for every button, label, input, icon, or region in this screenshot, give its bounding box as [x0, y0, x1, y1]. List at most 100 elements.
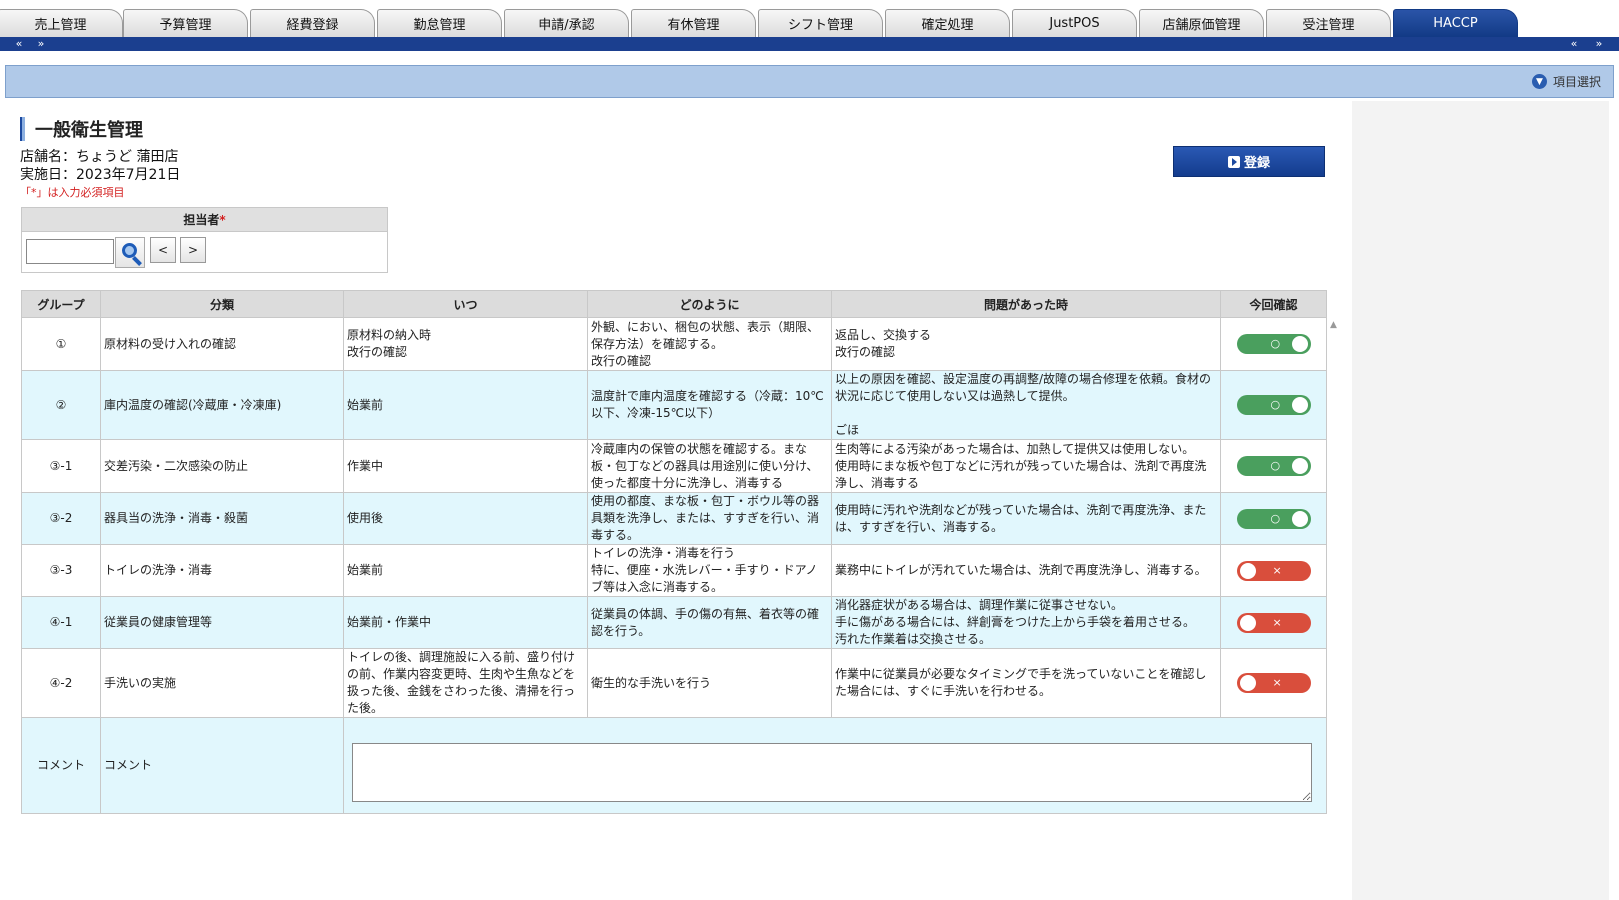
- confirm-toggle[interactable]: ×: [1236, 612, 1311, 633]
- cell-how: 冷蔵庫内の保管の状態を確認する。まな板・包丁などの器具は用途別に使い分け、使った…: [587, 439, 832, 493]
- confirm-toggle[interactable]: ○: [1236, 508, 1311, 529]
- tab-paid-leave[interactable]: 有休管理: [631, 9, 756, 37]
- cell-group: ④-2: [21, 648, 101, 718]
- item-select-bar: ▼ 項目選択: [5, 65, 1614, 98]
- confirm-toggle[interactable]: ○: [1236, 395, 1311, 415]
- tab-haccp[interactable]: HACCP: [1393, 9, 1518, 37]
- cell-how: 使用の都度、まな板・包丁・ボウル等の器具類を洗浄し、または、すすぎを行い、消毒す…: [587, 492, 832, 545]
- comment-row: コメント コメント: [21, 717, 1327, 814]
- toggle-knob: [1291, 397, 1308, 413]
- cell-category: 交差汚染・二次感染の防止: [100, 439, 344, 493]
- cell-check: ○: [1220, 492, 1327, 545]
- cell-check: ×: [1220, 596, 1327, 649]
- cell-how: 外観、におい、梱包の状態、表示（期限、保存方法）を確認する。 改行の確認: [587, 317, 832, 371]
- search-icon-handle: [132, 256, 142, 266]
- toggle-mark: ×: [1272, 615, 1282, 629]
- tab-store-cost[interactable]: 店舗原価管理: [1139, 9, 1264, 37]
- toggle-mark: ○: [1270, 511, 1281, 525]
- page-title: 一般衛生管理: [20, 116, 143, 142]
- table-row: ① 原材料の受け入れの確認 原材料の納入時 改行の確認 外観、におい、梱包の状態…: [21, 317, 1327, 371]
- scroll-left-icon-right[interactable]: «: [1567, 37, 1581, 51]
- toggle-knob: [1291, 510, 1308, 527]
- cell-check: ○: [1220, 439, 1327, 493]
- cell-category: 従業員の健康管理等: [100, 596, 344, 649]
- search-button[interactable]: [115, 237, 145, 268]
- cell-when: 作業中: [343, 439, 588, 493]
- cell-category: 手洗いの実施: [100, 648, 344, 718]
- tab-expense[interactable]: 経費登録: [250, 9, 375, 37]
- toggle-mark: ×: [1272, 676, 1282, 689]
- toggle-mark: ×: [1272, 563, 1282, 577]
- cell-how: トイレの洗浄・消毒を行う 特に、便座・水洗レバー・手すり・ドアノブ等は入念に消毒…: [587, 544, 832, 597]
- cell-problem: 使用時に汚れや洗剤などが残っていた場合は、洗剤で再度洗浄、または、すすぎを行い、…: [831, 492, 1221, 545]
- comment-input[interactable]: [352, 743, 1312, 802]
- required-note: 「*」は入力必須項目: [20, 186, 125, 199]
- tab-attendance[interactable]: 勤怠管理: [377, 9, 502, 37]
- scroll-right-icon[interactable]: »: [34, 37, 48, 51]
- toggle-knob: [1239, 614, 1256, 631]
- register-button[interactable]: 登録: [1173, 146, 1325, 177]
- scroll-left-icon[interactable]: «: [12, 37, 26, 51]
- cell-how: 衛生的な手洗いを行う: [587, 648, 832, 718]
- comment-cell: [343, 717, 1327, 814]
- cell-problem: 消化器症状がある場合は、調理作業に従事させない。 手に傷がある場合には、絆創膏を…: [831, 596, 1221, 649]
- toggle-mark: ○: [1270, 398, 1281, 411]
- next-assignee-button[interactable]: >: [180, 237, 206, 263]
- cell-when: トイレの後、調理施設に入る前、盛り付けの前、作業内容変更時、生肉や生魚などを扱っ…: [343, 648, 588, 718]
- cell-how: 従業員の体調、手の傷の有無、着衣等の確認を行う。: [587, 596, 832, 649]
- cell-problem: 返品し、交換する 改行の確認: [831, 317, 1221, 371]
- tab-shift[interactable]: シフト管理: [758, 9, 883, 37]
- comment-category: コメント: [100, 717, 344, 814]
- cell-problem: 以上の原因を確認、設定温度の再調整/故障の場合修理を依頼。食材の状況に応じて使用…: [831, 370, 1221, 440]
- scroll-right-icon-right[interactable]: »: [1592, 37, 1606, 51]
- table-row: ② 庫内温度の確認(冷蔵庫・冷凍庫) 始業前 温度計で庫内温度を確認する（冷蔵：…: [21, 370, 1327, 440]
- item-select-button[interactable]: ▼ 項目選択: [1531, 73, 1601, 90]
- header-group: グループ: [21, 290, 101, 318]
- toggle-knob: [1239, 675, 1256, 691]
- cell-check: ○: [1220, 317, 1327, 371]
- table-row: ③-2 器具当の洗浄・消毒・殺菌 使用後 使用の都度、まな板・包丁・ボウル等の器…: [21, 492, 1327, 545]
- cell-when: 原材料の納入時 改行の確認: [343, 317, 588, 371]
- cell-category: 庫内温度の確認(冷蔵庫・冷凍庫): [100, 370, 344, 440]
- confirm-toggle[interactable]: ○: [1236, 456, 1311, 476]
- cell-when: 始業前: [343, 370, 588, 440]
- tab-confirm[interactable]: 確定処理: [885, 9, 1010, 37]
- header-when: いつ: [343, 290, 588, 318]
- cell-category: トイレの洗浄・消毒: [100, 544, 344, 597]
- toggle-knob: [1239, 562, 1256, 579]
- tab-sales[interactable]: 売上管理: [0, 9, 123, 37]
- cell-group: ③-1: [21, 439, 101, 493]
- chevron-down-icon: ▼: [1531, 74, 1547, 89]
- table-row: ③-3 トイレの洗浄・消毒 始業前 トイレの洗浄・消毒を行う 特に、便座・水洗レ…: [21, 544, 1327, 597]
- assignee-label: 担当者: [183, 213, 220, 227]
- cell-group: ③-3: [21, 544, 101, 597]
- assignee-box: 担当者 * < >: [21, 207, 388, 273]
- header-category: 分類: [100, 290, 344, 318]
- table-row: ④-2 手洗いの実施 トイレの後、調理施設に入る前、盛り付けの前、作業内容変更時…: [21, 648, 1327, 718]
- store-name: 店舗名：ちょうど 蒲田店: [20, 149, 179, 165]
- toggle-knob: [1291, 458, 1308, 474]
- cell-how: 温度計で庫内温度を確認する（冷蔵：10℃以下、冷凍-15℃以下）: [587, 370, 832, 440]
- cell-check: ×: [1220, 544, 1327, 597]
- hygiene-table: グループ 分類 いつ どのように 問題があった時 今回確認 ① 原材料の受け入れ…: [21, 290, 1327, 814]
- tab-orders[interactable]: 受注管理: [1266, 9, 1391, 37]
- tab-justpos[interactable]: JustPOS: [1012, 9, 1137, 37]
- scroll-up-icon[interactable]: ▲: [1330, 320, 1337, 330]
- required-mark: *: [219, 212, 226, 227]
- cell-category: 器具当の洗浄・消毒・殺菌: [100, 492, 344, 545]
- cell-group: ③-2: [21, 492, 101, 545]
- table-row: ④-1 従業員の健康管理等 始業前・作業中 従業員の体調、手の傷の有無、着衣等の…: [21, 596, 1327, 649]
- prev-assignee-button[interactable]: <: [150, 237, 176, 263]
- tab-budget[interactable]: 予算管理: [123, 9, 248, 37]
- tab-approval[interactable]: 申請/承認: [504, 9, 629, 37]
- confirm-toggle[interactable]: ×: [1236, 673, 1311, 693]
- confirm-toggle[interactable]: ○: [1236, 334, 1311, 354]
- confirm-toggle[interactable]: ×: [1236, 560, 1311, 581]
- cell-check: ×: [1220, 648, 1327, 718]
- register-button-label: 登録: [1243, 156, 1270, 171]
- cell-when: 始業前・作業中: [343, 596, 588, 649]
- cell-problem: 業務中にトイレが汚れていた場合は、洗剤で再度洗浄し、消毒する。: [831, 544, 1221, 597]
- assignee-input[interactable]: [26, 239, 114, 264]
- header-problem: 問題があった時: [831, 290, 1221, 318]
- header-how: どのように: [587, 290, 832, 318]
